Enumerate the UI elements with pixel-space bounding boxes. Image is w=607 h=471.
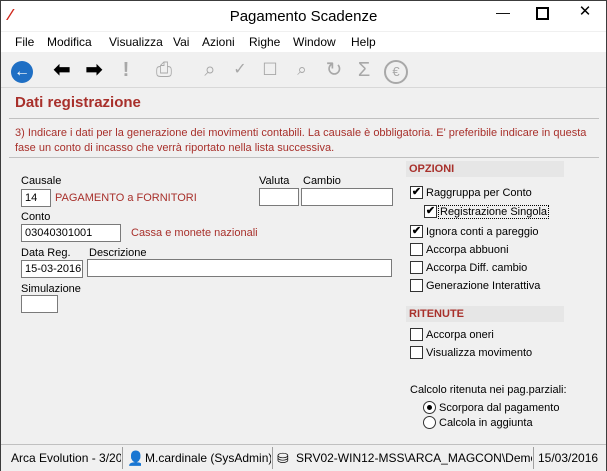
conto-label: Conto xyxy=(21,211,51,223)
user-icon: 👤 xyxy=(127,450,141,466)
close-button[interactable]: ✕ xyxy=(565,1,605,25)
status-app: Arca Evolution - 3/20 xyxy=(11,451,121,465)
exclamation-icon[interactable]: ! xyxy=(113,57,139,83)
checkbox-icon[interactable]: ☐ xyxy=(257,57,283,83)
checkbox-accorpa-oneri[interactable] xyxy=(410,328,423,341)
status-separator xyxy=(533,447,534,469)
menu-visualizza[interactable]: Visualizza xyxy=(109,35,163,49)
checkbox-visualizza-movimento[interactable] xyxy=(410,346,423,359)
menu-help[interactable]: Help xyxy=(351,35,376,49)
maximize-button[interactable] xyxy=(527,1,557,25)
toolbar: ← ⬅ ➡ ! ⎙ ⌕ ✓ ☐ ⌕ ↻ Σ € xyxy=(1,53,606,88)
checkbox-generazione-interattiva[interactable] xyxy=(410,279,423,292)
descrizione-label: Descrizione xyxy=(89,247,147,259)
refresh-icon[interactable]: ↻ xyxy=(321,57,347,83)
sigma-icon[interactable]: Σ xyxy=(351,57,377,83)
raggruppa-per-conto-label: Raggruppa per Conto xyxy=(426,187,532,199)
causale-field[interactable]: 14 xyxy=(21,189,51,207)
application-window: ⁄ Pagamento Scadenze — ✕ File Modifica V… xyxy=(0,0,607,471)
section-divider xyxy=(9,118,599,119)
simulazione-field[interactable] xyxy=(21,295,58,313)
data-reg-label: Data Reg. xyxy=(21,247,71,259)
checkbox-raggruppa-per-conto[interactable]: ✔ xyxy=(410,186,423,199)
simulazione-label: Simulazione xyxy=(21,283,81,295)
checkbox-accorpa-diff-cambio[interactable] xyxy=(410,261,423,274)
menu-bar: File Modifica Visualizza Vai Azioni Righ… xyxy=(1,32,606,52)
menu-modifica[interactable]: Modifica xyxy=(47,35,92,49)
title-bar: ⁄ Pagamento Scadenze — ✕ xyxy=(1,1,606,31)
generazione-interattiva-label: Generazione Interattiva xyxy=(426,280,541,292)
cambio-label: Cambio xyxy=(303,175,341,187)
ritenute-header: RITENUTE xyxy=(406,306,564,322)
descrizione-field[interactable] xyxy=(87,259,392,277)
search-icon[interactable]: ⌕ xyxy=(289,57,315,83)
menu-righe[interactable]: Righe xyxy=(249,35,280,49)
valuta-field[interactable] xyxy=(259,188,299,206)
checkbox-ignora-conti-a-pareggio[interactable]: ✔ xyxy=(410,225,423,238)
calcolo-ritenuta-label: Calcolo ritenuta nei pag.parziali: xyxy=(410,384,567,396)
forward-arrow-icon[interactable]: ➡ xyxy=(81,57,107,83)
calcola-in-aggiunta-label: Calcola in aggiunta xyxy=(439,417,533,429)
database-icon: ⛁ xyxy=(277,450,289,466)
cambio-field[interactable] xyxy=(301,188,393,206)
data-reg-field[interactable]: 15-03-2016 xyxy=(21,260,83,278)
causale-description: PAGAMENTO a FORNITORI xyxy=(55,192,197,204)
euro-icon[interactable]: € xyxy=(383,57,409,84)
valuta-label: Valuta xyxy=(259,175,290,187)
accorpa-diff-cambio-label: Accorpa Diff. cambio xyxy=(426,262,528,274)
home-circle-icon[interactable]: ← xyxy=(9,57,35,83)
menu-window[interactable]: Window xyxy=(293,35,336,49)
instruction-text: 3) Indicare i dati per la generazione de… xyxy=(15,127,587,154)
conto-description: Cassa e monete nazionali xyxy=(131,227,258,239)
status-separator xyxy=(272,447,273,469)
conto-field[interactable]: 03040301001 xyxy=(21,224,121,242)
radio-scorpora-dal-pagamento[interactable] xyxy=(423,401,436,414)
status-bar: Arca Evolution - 3/20 👤 M.cardinale (Sys… xyxy=(1,444,606,471)
check-icon[interactable]: ✓ xyxy=(227,57,253,83)
back-arrow-icon[interactable]: ⬅ xyxy=(49,57,75,83)
checkbox-registrazione-singola[interactable]: ✔ xyxy=(424,205,437,218)
scorpora-label: Scorpora dal pagamento xyxy=(439,402,560,414)
minimize-button[interactable]: — xyxy=(488,1,518,25)
accorpa-oneri-label: Accorpa oneri xyxy=(426,329,494,341)
checkbox-accorpa-abbuoni[interactable] xyxy=(410,243,423,256)
causale-label: Causale xyxy=(21,175,62,187)
radio-calcola-in-aggiunta[interactable] xyxy=(423,416,436,429)
menu-vai[interactable]: Vai xyxy=(173,35,189,49)
section-title: Dati registrazione xyxy=(15,94,141,111)
info-divider xyxy=(9,157,599,158)
status-server: SRV02-WIN12-MSS\ARCA_MAGCON\Demo xyxy=(296,451,532,465)
registrazione-singola-label: Registrazione Singola xyxy=(438,205,550,219)
visualizza-movimento-label: Visualizza movimento xyxy=(426,347,533,359)
status-date: 15/03/2016 xyxy=(538,451,599,465)
status-user: M.cardinale (SysAdmin) xyxy=(145,451,271,465)
menu-azioni[interactable]: Azioni xyxy=(202,35,235,49)
printer-icon[interactable]: ⎙ xyxy=(151,57,177,83)
opzioni-header: OPZIONI xyxy=(406,161,564,177)
accorpa-abbuoni-label: Accorpa abbuoni xyxy=(426,244,509,256)
print-preview-icon[interactable]: ⌕ xyxy=(197,57,223,83)
status-separator xyxy=(122,447,123,469)
menu-file[interactable]: File xyxy=(15,35,34,49)
ignora-conti-label: Ignora conti a pareggio xyxy=(426,226,539,238)
